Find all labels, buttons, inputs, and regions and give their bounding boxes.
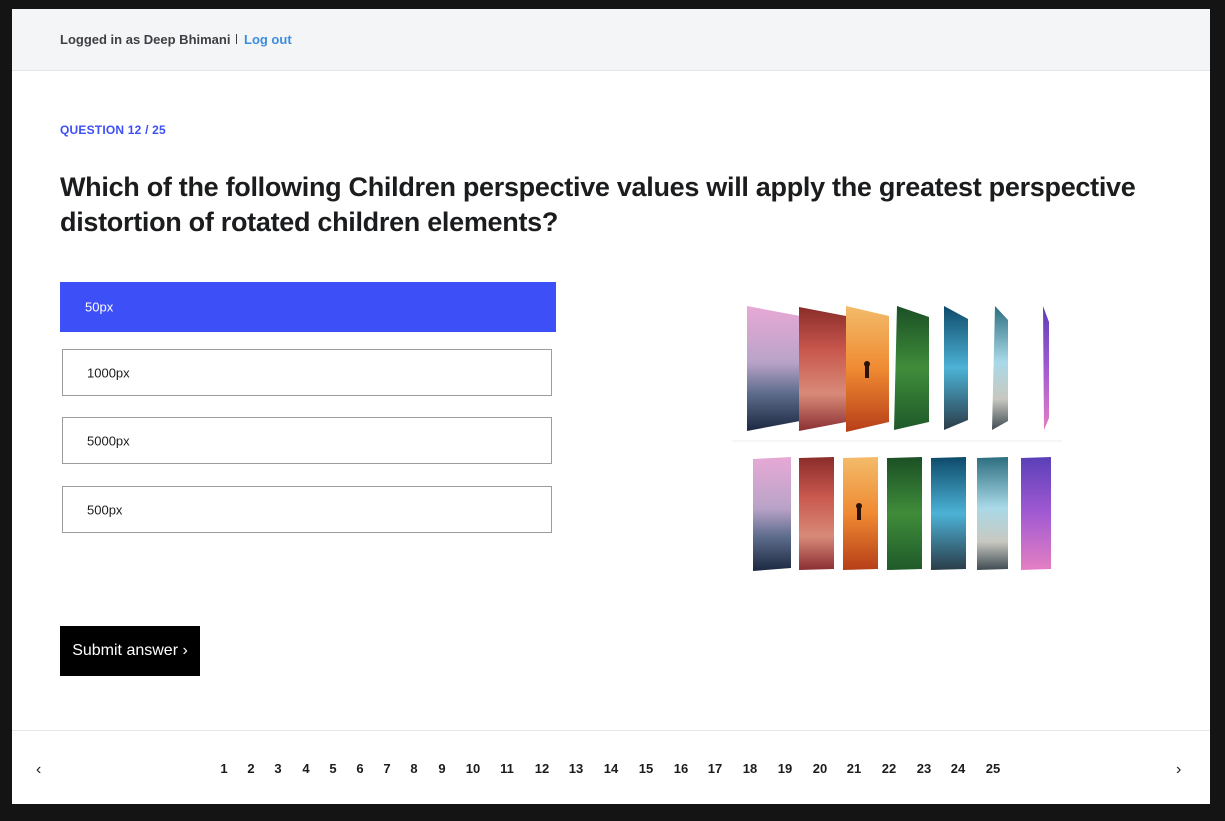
- page-number[interactable]: 17: [704, 761, 726, 776]
- page-number[interactable]: 10: [462, 761, 484, 776]
- question-counter: QUESTION 12 / 25: [60, 123, 166, 137]
- page-number[interactable]: 1: [213, 761, 235, 776]
- page-number[interactable]: 20: [809, 761, 831, 776]
- page-number[interactable]: 13: [565, 761, 587, 776]
- top-bar: Logged in as Deep Bhimani Log out: [12, 9, 1210, 71]
- answer-option-label: 500px: [87, 502, 123, 517]
- page-number[interactable]: 8: [403, 761, 425, 776]
- answer-option-label: 1000px: [87, 365, 130, 380]
- page-number[interactable]: 14: [600, 761, 622, 776]
- page-number[interactable]: 7: [376, 761, 398, 776]
- perspective-illustration: [732, 306, 1062, 571]
- page-number[interactable]: 4: [295, 761, 317, 776]
- app-window: Logged in as Deep Bhimani Log out QUESTI…: [12, 9, 1210, 804]
- submit-answer-button[interactable]: Submit answer ›: [60, 626, 200, 676]
- page-number[interactable]: 5: [322, 761, 344, 776]
- answer-option-label: 50px: [85, 299, 114, 315]
- page-number[interactable]: 24: [947, 761, 969, 776]
- page-number[interactable]: 25: [982, 761, 1004, 776]
- page-number-current[interactable]: 12: [531, 761, 553, 776]
- page-number[interactable]: 21: [843, 761, 865, 776]
- page-number[interactable]: 23: [913, 761, 935, 776]
- previous-question-button[interactable]: ‹: [36, 761, 41, 779]
- answer-option-2[interactable]: 1000px: [62, 349, 552, 396]
- page-number[interactable]: 2: [240, 761, 262, 776]
- next-question-button[interactable]: ›: [1176, 761, 1181, 779]
- logged-in-text: Logged in as Deep Bhimani: [60, 32, 231, 47]
- page-number[interactable]: 18: [739, 761, 761, 776]
- answer-option-4[interactable]: 500px: [62, 486, 552, 533]
- login-separator: [236, 34, 237, 44]
- page-number[interactable]: 16: [670, 761, 692, 776]
- page-number[interactable]: 19: [774, 761, 796, 776]
- page-number[interactable]: 22: [878, 761, 900, 776]
- question-text: Which of the following Children perspect…: [60, 172, 1136, 237]
- page-number[interactable]: 3: [267, 761, 289, 776]
- page-number[interactable]: 11: [496, 761, 518, 776]
- page-number[interactable]: 6: [349, 761, 371, 776]
- page-number[interactable]: 15: [635, 761, 657, 776]
- answer-option-3[interactable]: 5000px: [62, 417, 552, 464]
- question-pagination: ‹ › 1 2 3 4 5 6 7 8 9 10 11 12 13 14 15 …: [12, 730, 1210, 804]
- page-number[interactable]: 9: [431, 761, 453, 776]
- answer-option-label: 5000px: [87, 433, 130, 448]
- answer-option-1[interactable]: 50px: [60, 282, 556, 332]
- logout-link[interactable]: Log out: [244, 32, 292, 47]
